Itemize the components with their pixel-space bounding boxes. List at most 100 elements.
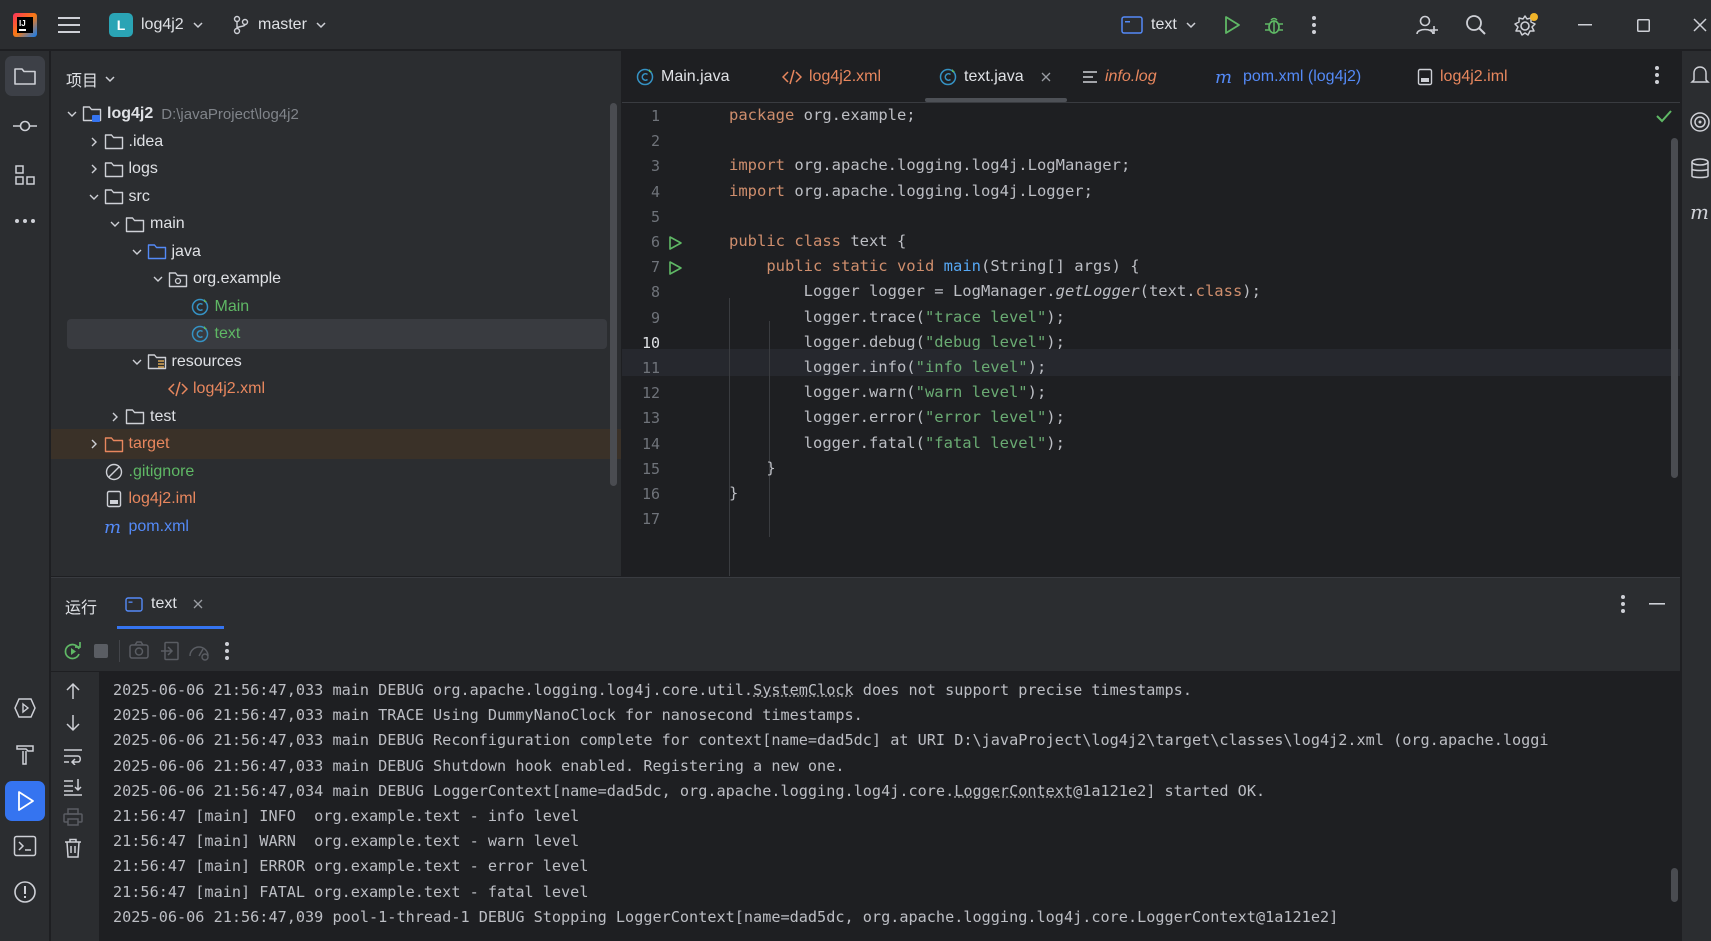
- chevron-down-icon[interactable]: [149, 273, 167, 285]
- more-vert-icon[interactable]: [1654, 65, 1660, 85]
- svg-text:m: m: [104, 518, 121, 536]
- notifications-icon[interactable]: [1690, 64, 1710, 86]
- editor-tab[interactable]: Main.java: [636, 51, 729, 103]
- structure-tool-button[interactable]: [5, 155, 45, 195]
- code-line: logger.info("info level");: [729, 358, 1047, 376]
- chevron-right-icon[interactable]: [85, 163, 103, 175]
- trash-icon[interactable]: [64, 838, 82, 858]
- tree-item[interactable]: .gitignore: [51, 457, 621, 487]
- line-number: 13: [641, 409, 660, 428]
- print-icon[interactable]: [63, 808, 83, 826]
- database-icon[interactable]: [1690, 158, 1710, 180]
- tree-item[interactable]: Main: [51, 292, 621, 322]
- chevron-down-icon[interactable]: [106, 218, 124, 230]
- close-icon[interactable]: [1041, 72, 1051, 82]
- run-tool-button[interactable]: [5, 781, 45, 821]
- tree-item-label: Main: [214, 297, 250, 315]
- chevron-down-icon[interactable]: [128, 246, 146, 258]
- tree-item[interactable]: .idea: [51, 127, 621, 157]
- scrollbar[interactable]: [610, 103, 617, 486]
- run-icon[interactable]: [1220, 0, 1244, 50]
- run-config-selector[interactable]: text: [1121, 0, 1197, 50]
- code-line: logger.error("error level");: [729, 408, 1065, 426]
- class-link[interactable]: LoggerContext: [954, 782, 1073, 800]
- profiler-icon[interactable]: [188, 641, 210, 661]
- settings-icon[interactable]: [1512, 0, 1540, 50]
- minimize-icon[interactable]: [1575, 0, 1595, 50]
- close-icon[interactable]: [193, 599, 203, 609]
- tree-item[interactable]: log4j2 D:\javaProject\log4j2: [51, 99, 621, 129]
- ai-assistant-icon[interactable]: [1689, 111, 1711, 133]
- tree-item[interactable]: text: [67, 319, 607, 349]
- more-vert-icon[interactable]: [1620, 594, 1626, 614]
- class-link[interactable]: SystemClock: [753, 681, 854, 699]
- arrow-up-icon[interactable]: [65, 682, 81, 700]
- soft-wrap-icon[interactable]: [63, 747, 83, 765]
- tree-item[interactable]: target: [51, 429, 621, 459]
- tree-item[interactable]: resources: [51, 347, 621, 377]
- scroll-to-end-icon[interactable]: [63, 778, 83, 796]
- editor-tab[interactable]: text.java: [939, 51, 1051, 103]
- exit-icon[interactable]: [160, 641, 180, 661]
- log-icon: [1082, 70, 1098, 84]
- code-token: org.example;: [794, 106, 916, 124]
- editor-tab[interactable]: log4j2.iml: [1417, 51, 1508, 103]
- debug-icon[interactable]: [1262, 0, 1286, 50]
- services-tool-button[interactable]: [5, 688, 45, 728]
- tree-item[interactable]: java: [51, 237, 621, 267]
- more-vert-icon[interactable]: [1306, 0, 1322, 50]
- branch-name: master: [258, 16, 307, 33]
- chevron-right-icon[interactable]: [85, 438, 103, 450]
- tree-item[interactable]: main: [51, 209, 621, 239]
- code-token: class: [1195, 282, 1243, 301]
- scrollbar[interactable]: [1671, 868, 1678, 902]
- tree-item[interactable]: logs: [51, 154, 621, 184]
- tree-item[interactable]: src: [51, 182, 621, 212]
- stop-icon[interactable]: [93, 643, 109, 659]
- run-tab[interactable]: text: [115, 578, 225, 630]
- tree-item[interactable]: log4j2.iml: [51, 484, 621, 514]
- tree-item[interactable]: log4j2.xml: [51, 374, 621, 404]
- maven-icon[interactable]: m: [1690, 202, 1711, 222]
- editor-tab[interactable]: info.log: [1082, 51, 1157, 103]
- chevron-right-icon[interactable]: [106, 411, 124, 423]
- gutter-run-icon[interactable]: [667, 260, 683, 276]
- chevron-down-icon[interactable]: [85, 191, 103, 203]
- maximize-icon[interactable]: [1633, 0, 1653, 50]
- line-number: 7: [650, 258, 660, 277]
- arrow-down-icon[interactable]: [65, 714, 81, 732]
- editor-tab[interactable]: log4j2.xml: [782, 51, 881, 103]
- problems-tool-button[interactable]: [5, 872, 45, 912]
- editor-tab[interactable]: m pom.xml (log4j2): [1214, 51, 1361, 103]
- project-tool-button[interactable]: [5, 56, 45, 96]
- branch-switcher[interactable]: master: [232, 0, 327, 50]
- chevron-down-icon[interactable]: [63, 108, 81, 120]
- minimize-panel-icon[interactable]: [1649, 603, 1665, 605]
- chevron-right-icon[interactable]: [85, 136, 103, 148]
- toolbar-divider: [119, 640, 120, 662]
- terminal-tool-button[interactable]: [5, 826, 45, 866]
- camera-icon[interactable]: [129, 641, 149, 659]
- scrollbar[interactable]: [1671, 138, 1678, 478]
- add-user-icon[interactable]: [1414, 0, 1440, 50]
- chevron-down-icon[interactable]: [128, 356, 146, 368]
- build-tool-button[interactable]: [5, 735, 45, 775]
- active-tab-indicator: [117, 626, 224, 629]
- gutter-run-icon[interactable]: [667, 235, 683, 251]
- project-switcher[interactable]: L log4j2: [109, 0, 204, 50]
- iml-icon: [1417, 68, 1433, 86]
- rerun-icon[interactable]: [63, 641, 83, 661]
- hamburger-menu-icon[interactable]: [56, 0, 82, 50]
- tree-item[interactable]: m pom.xml: [51, 512, 621, 542]
- search-icon[interactable]: [1463, 0, 1489, 50]
- commit-tool-button[interactable]: [5, 106, 45, 146]
- tree-item-label: test: [150, 407, 176, 425]
- tree-item[interactable]: org.example: [51, 264, 621, 294]
- tree-item[interactable]: test: [51, 402, 621, 432]
- more-vert-icon[interactable]: [224, 641, 230, 661]
- close-icon[interactable]: [1690, 0, 1710, 50]
- code-line: public static void main(String[] args) {: [729, 257, 1139, 275]
- code-area[interactable]: package org.example; import org.apache.lo…: [706, 103, 1680, 576]
- more-tools-button[interactable]: [5, 201, 45, 241]
